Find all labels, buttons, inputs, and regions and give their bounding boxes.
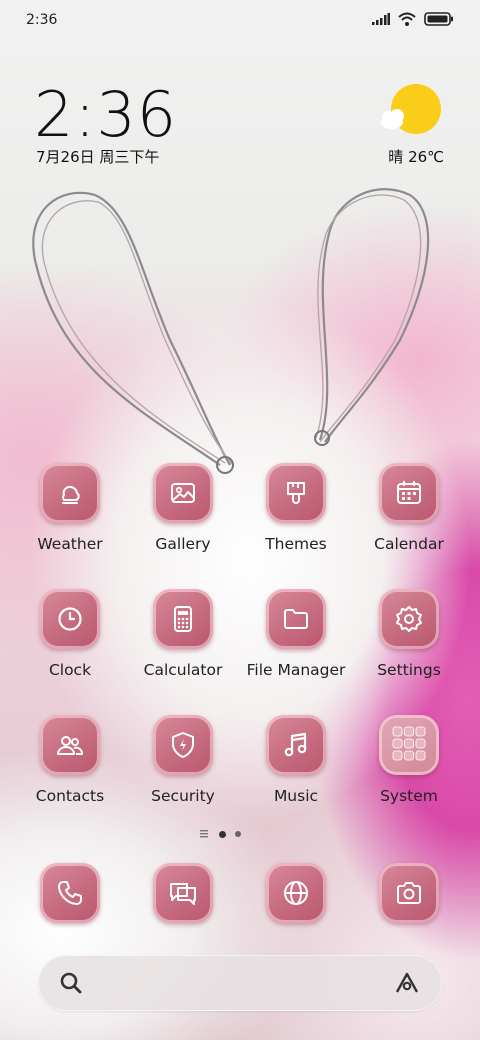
signal-icon [372,13,390,25]
app-weather[interactable]: Weather [15,463,125,553]
shield-icon[interactable] [153,715,213,775]
search-bar[interactable] [38,955,442,1011]
wifi-icon [398,12,416,26]
app-settings[interactable]: Settings [354,589,464,679]
gear-icon[interactable] [379,589,439,649]
music-icon[interactable] [266,715,326,775]
app-label: File Manager [246,661,346,679]
folder-icon[interactable] [266,589,326,649]
app-label: Security [151,787,215,805]
app-label: Clock [48,661,92,679]
status-time: 2:36 [26,12,58,28]
app-label: Settings [377,661,441,679]
app-label: Weather [37,535,103,553]
clock-icon[interactable] [40,589,100,649]
app-system[interactable]: System [354,715,464,805]
app-label: Calculator [143,661,223,679]
app-label: Themes [265,535,327,553]
search-icon[interactable] [60,972,82,994]
contacts-icon[interactable] [40,715,100,775]
page-list-icon [200,830,210,838]
app-clock[interactable]: Clock [15,589,125,679]
themes-icon[interactable] [266,463,326,523]
camera-icon[interactable] [379,863,439,923]
battery-icon [424,12,454,26]
folder-grid-icon[interactable] [379,715,439,775]
app-music[interactable]: Music [241,715,351,805]
page-indicator[interactable] [200,830,241,838]
page-dot [235,831,241,837]
calculator-icon[interactable] [153,589,213,649]
clock-widget-date[interactable]: 7月26日 周三下午 [36,146,159,167]
app-gallery[interactable]: Gallery [128,463,238,553]
weather-widget[interactable] [376,82,446,138]
weather-icon[interactable] [40,463,100,523]
calendar-icon[interactable] [379,463,439,523]
app-themes[interactable]: Themes [241,463,351,553]
app-calculator[interactable]: Calculator [128,589,238,679]
wallpaper-wire-ears [32,188,430,474]
clock-widget-time[interactable]: 2:36 [34,78,177,151]
app-security[interactable]: Security [128,715,238,805]
phone-icon[interactable] [40,863,100,923]
app-contacts[interactable]: Contacts [15,715,125,805]
app-label: Gallery [155,535,211,553]
status-icons [372,12,454,26]
page-dot-active [219,830,226,838]
weather-text[interactable]: 晴 26℃ [388,146,444,167]
app-label: Calendar [374,535,444,553]
app-label: System [380,787,438,805]
messages-icon[interactable] [153,863,213,923]
app-file-manager[interactable]: File Manager [241,589,351,679]
app-calendar[interactable]: Calendar [354,463,464,553]
browser-icon[interactable] [266,863,326,923]
assistant-icon[interactable] [394,971,420,995]
app-label: Contacts [35,787,105,805]
app-label: Music [273,787,319,805]
sun-cloud-icon [376,82,446,138]
gallery-icon[interactable] [153,463,213,523]
